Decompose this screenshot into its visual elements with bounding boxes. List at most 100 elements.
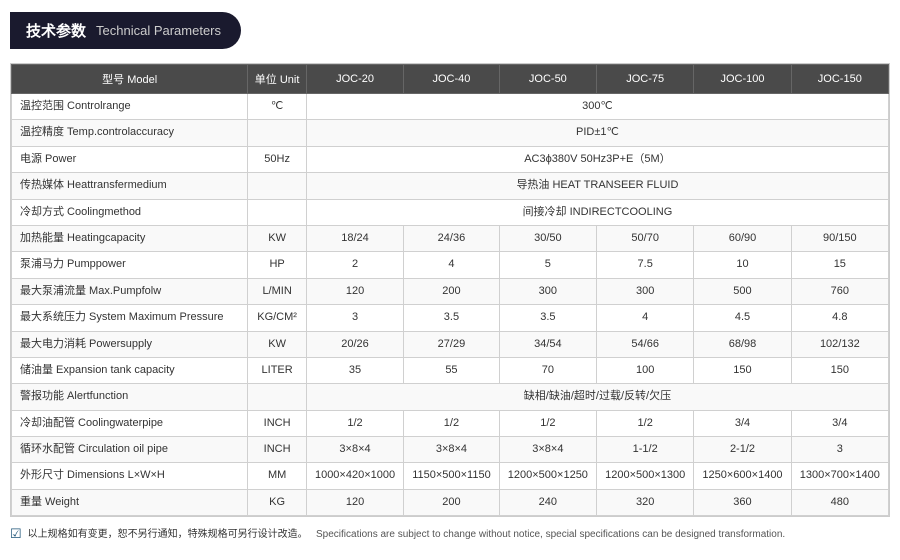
unit-cell-3 (248, 173, 307, 199)
span-value-1: PID±1℃ (306, 120, 888, 146)
param-name-3: 传热媒体 Heattransfermedium (12, 173, 248, 199)
value-cell-8-1: 3.5 (404, 305, 500, 331)
value-cell-14-5: 1300×700×1400 (791, 463, 888, 489)
value-cell-7-0: 120 (306, 278, 403, 304)
table-row: 重量 WeightKG120200240320360480 (12, 489, 889, 515)
value-cell-14-4: 1250×600×1400 (694, 463, 791, 489)
value-cell-5-0: 18/24 (306, 225, 403, 251)
value-cell-7-3: 300 (597, 278, 694, 304)
value-cell-8-4: 4.5 (694, 305, 791, 331)
value-cell-12-2: 1/2 (499, 410, 596, 436)
value-cell-12-5: 3/4 (791, 410, 888, 436)
span-value-2: AC3ϕ380V 50Hz3P+E（5M） (306, 146, 888, 172)
value-cell-7-1: 200 (404, 278, 500, 304)
unit-cell-14: MM (248, 463, 307, 489)
header-title-en: Technical Parameters (96, 23, 221, 38)
table-row: 最大电力消耗 PowersupplyKW20/2627/2934/5454/66… (12, 331, 889, 357)
unit-cell-6: HP (248, 252, 307, 278)
value-cell-6-1: 4 (404, 252, 500, 278)
unit-cell-7: L/MIN (248, 278, 307, 304)
table-row: 储油量 Expansion tank capacityLITER35557010… (12, 357, 889, 383)
table-row: 加热能量 HeatingcapacityKW18/2424/3630/5050/… (12, 225, 889, 251)
unit-cell-5: KW (248, 225, 307, 251)
value-cell-13-1: 3×8×4 (404, 437, 500, 463)
value-cell-6-3: 7.5 (597, 252, 694, 278)
param-name-4: 冷却方式 Coolingmethod (12, 199, 248, 225)
value-cell-12-0: 1/2 (306, 410, 403, 436)
value-cell-14-2: 1200×500×1250 (499, 463, 596, 489)
value-cell-7-5: 760 (791, 278, 888, 304)
value-cell-5-2: 30/50 (499, 225, 596, 251)
table-row: 泵浦马力 PumppowerHP2457.51015 (12, 252, 889, 278)
value-cell-15-5: 480 (791, 489, 888, 515)
value-cell-14-3: 1200×500×1300 (597, 463, 694, 489)
value-cell-8-2: 3.5 (499, 305, 596, 331)
value-cell-15-2: 240 (499, 489, 596, 515)
unit-cell-0: ℃ (248, 94, 307, 120)
col-header-1: 单位 Unit (248, 65, 307, 94)
value-cell-6-5: 15 (791, 252, 888, 278)
value-cell-10-2: 70 (499, 357, 596, 383)
value-cell-7-4: 500 (694, 278, 791, 304)
value-cell-13-5: 3 (791, 437, 888, 463)
value-cell-5-1: 24/36 (404, 225, 500, 251)
col-header-7: JOC-150 (791, 65, 888, 94)
table-row: 最大泵浦流量 Max.PumpfolwL/MIN1202003003005007… (12, 278, 889, 304)
param-name-7: 最大泵浦流量 Max.Pumpfolw (12, 278, 248, 304)
value-cell-14-0: 1000×420×1000 (306, 463, 403, 489)
col-header-5: JOC-75 (597, 65, 694, 94)
value-cell-5-4: 60/90 (694, 225, 791, 251)
col-header-6: JOC-100 (694, 65, 791, 94)
col-header-2: JOC-20 (306, 65, 403, 94)
value-cell-13-4: 2-1/2 (694, 437, 791, 463)
table-row: 警报功能 Alertfunction缺相/缺油/超时/过载/反转/欠压 (12, 384, 889, 410)
param-name-15: 重量 Weight (12, 489, 248, 515)
table-row: 外形尺寸 Dimensions L×W×HMM1000×420×10001150… (12, 463, 889, 489)
table-row: 温控精度 Temp.controlaccuracyPID±1℃ (12, 120, 889, 146)
param-name-12: 冷却油配管 Coolingwaterpipe (12, 410, 248, 436)
value-cell-10-0: 35 (306, 357, 403, 383)
param-name-8: 最大系统压力 System Maximum Pressure (12, 305, 248, 331)
unit-cell-1 (248, 120, 307, 146)
param-name-5: 加热能量 Heatingcapacity (12, 225, 248, 251)
unit-cell-8: KG/CM² (248, 305, 307, 331)
value-cell-9-2: 34/54 (499, 331, 596, 357)
specs-table-wrapper: 型号 Model单位 UnitJOC-20JOC-40JOC-50JOC-75J… (10, 63, 890, 517)
value-cell-13-0: 3×8×4 (306, 437, 403, 463)
value-cell-9-3: 54/66 (597, 331, 694, 357)
value-cell-9-1: 27/29 (404, 331, 500, 357)
param-name-13: 循环水配管 Circulation oil pipe (12, 437, 248, 463)
span-value-0: 300℃ (306, 94, 888, 120)
span-value-4: 间接冷却 INDIRECTCOOLING (306, 199, 888, 225)
span-value-3: 导热油 HEAT TRANSEER FLUID (306, 173, 888, 199)
unit-cell-13: INCH (248, 437, 307, 463)
unit-cell-4 (248, 199, 307, 225)
unit-cell-10: LITER (248, 357, 307, 383)
value-cell-8-5: 4.8 (791, 305, 888, 331)
param-name-6: 泵浦马力 Pumppower (12, 252, 248, 278)
value-cell-9-0: 20/26 (306, 331, 403, 357)
param-name-14: 外形尺寸 Dimensions L×W×H (12, 463, 248, 489)
table-row: 电源 Power50HzAC3ϕ380V 50Hz3P+E（5M） (12, 146, 889, 172)
value-cell-9-5: 102/132 (791, 331, 888, 357)
page-header: 技术参数 Technical Parameters (10, 12, 241, 49)
param-name-2: 电源 Power (12, 146, 248, 172)
value-cell-6-0: 2 (306, 252, 403, 278)
value-cell-12-3: 1/2 (597, 410, 694, 436)
value-cell-9-4: 68/98 (694, 331, 791, 357)
unit-cell-2: 50Hz (248, 146, 307, 172)
param-name-11: 警报功能 Alertfunction (12, 384, 248, 410)
table-row: 最大系统压力 System Maximum PressureKG/CM²33.5… (12, 305, 889, 331)
unit-cell-12: INCH (248, 410, 307, 436)
checkmark-icon: ☑ (10, 526, 22, 542)
footer-text-zh: 以上规格如有变更，恕不另行通知，特殊规格可另行设计改造。 (28, 529, 308, 540)
value-cell-5-3: 50/70 (597, 225, 694, 251)
value-cell-10-3: 100 (597, 357, 694, 383)
value-cell-13-2: 3×8×4 (499, 437, 596, 463)
table-row: 冷却油配管 CoolingwaterpipeINCH1/21/21/21/23/… (12, 410, 889, 436)
col-header-0: 型号 Model (12, 65, 248, 94)
unit-cell-9: KW (248, 331, 307, 357)
value-cell-8-3: 4 (597, 305, 694, 331)
value-cell-12-4: 3/4 (694, 410, 791, 436)
value-cell-6-2: 5 (499, 252, 596, 278)
